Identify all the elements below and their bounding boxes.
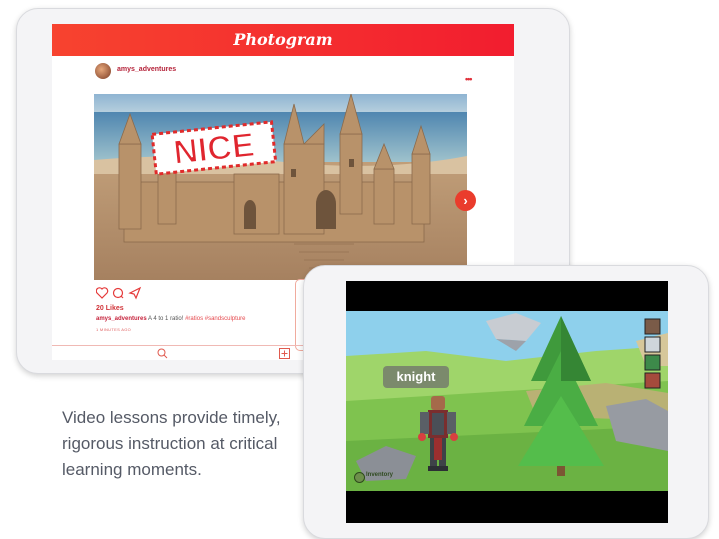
caption-hashtags[interactable]: #ratios #sandsculpture bbox=[185, 316, 245, 322]
game-video-screen[interactable]: knight Inventory bbox=[346, 281, 668, 523]
tree-tool-icon bbox=[644, 354, 661, 371]
share-icon bbox=[128, 286, 142, 300]
photogram-header: Photogram bbox=[52, 24, 514, 56]
character-label: knight bbox=[383, 366, 449, 388]
next-photo-button[interactable]: › bbox=[455, 190, 476, 211]
block-tool-icon bbox=[644, 372, 661, 389]
post-photo[interactable]: NICE bbox=[94, 94, 467, 280]
post-timestamp: 1 MINUTES AGO bbox=[96, 327, 132, 332]
app-title: Photogram bbox=[233, 30, 333, 49]
tablet-frame-game: knight Inventory bbox=[303, 265, 709, 539]
more-options-icon[interactable]: ••• bbox=[465, 74, 473, 84]
post-actions bbox=[96, 286, 142, 300]
avatar-tool-icon bbox=[644, 318, 661, 335]
avatar[interactable] bbox=[95, 63, 111, 79]
inventory-button[interactable]: Inventory bbox=[354, 470, 412, 484]
description-text: Video lessons provide timely, rigorous i… bbox=[62, 408, 281, 479]
caption-username[interactable]: amys_adventures bbox=[96, 316, 147, 322]
likes-count: 20 Likes bbox=[96, 305, 124, 312]
add-post-icon[interactable] bbox=[279, 348, 290, 359]
inventory-label: Inventory bbox=[366, 472, 394, 478]
unicorn-tool-icon bbox=[644, 336, 661, 353]
heart-icon bbox=[96, 287, 109, 299]
post-caption: amys_adventures A 4 to 1 ratio! #ratios … bbox=[96, 316, 245, 322]
game-scene[interactable] bbox=[346, 311, 668, 491]
caption-text: A 4 to 1 ratio! bbox=[148, 316, 184, 322]
search-icon[interactable] bbox=[157, 348, 168, 359]
inventory-icon bbox=[354, 472, 365, 483]
post-username[interactable]: amys_adventures bbox=[117, 66, 176, 73]
comment-icon bbox=[112, 287, 124, 299]
